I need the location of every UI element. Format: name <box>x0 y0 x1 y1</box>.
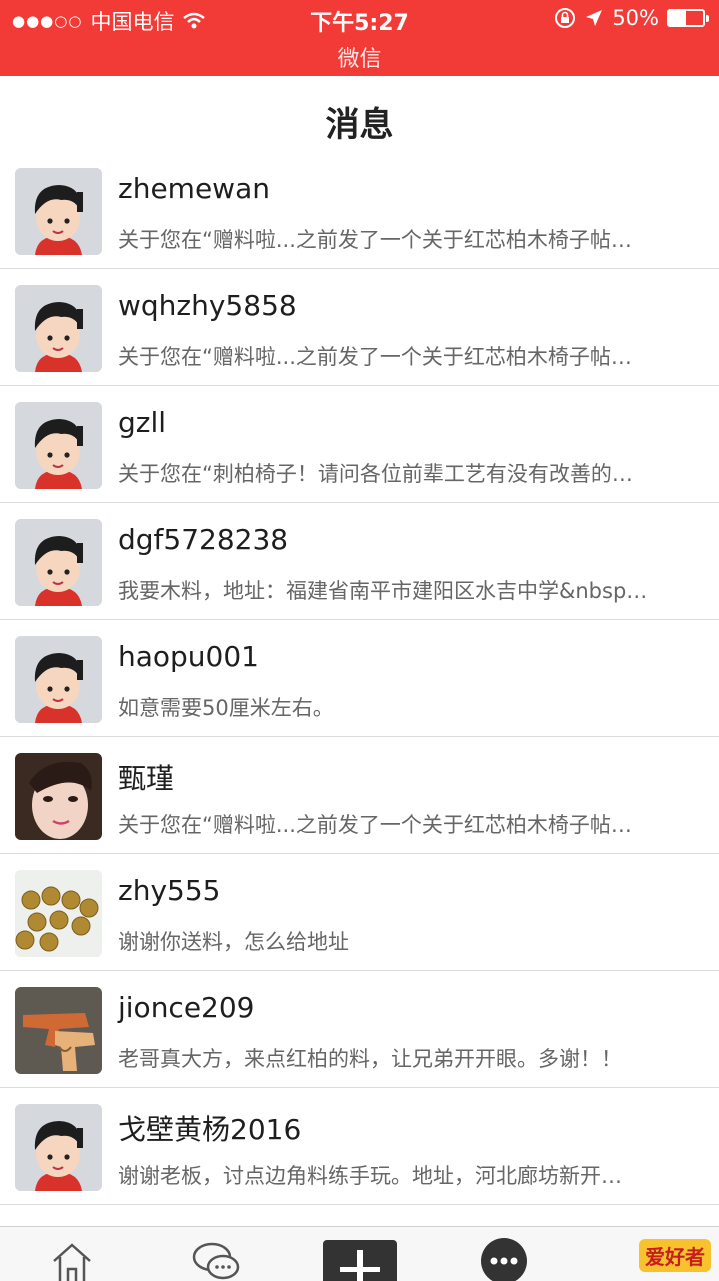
add-icon[interactable] <box>323 1240 397 1281</box>
chat-bubbles-icon[interactable] <box>190 1237 242 1281</box>
message-item[interactable]: 戈壁黄杨2016 谢谢老板，讨点边角料练手玩。地址，河北廊坊新开… <box>0 1088 719 1205</box>
message-item[interactable]: jionce209 老哥真大方，来点红柏的料，让兄弟开开眼。多谢！！ <box>0 971 719 1088</box>
status-bar: ●●●○○ 中国电信 下午5:27 50% 微信 <box>0 0 719 76</box>
sender-name: jionce209 <box>118 991 255 1024</box>
avatar <box>15 519 102 606</box>
sender-name: zhemewan <box>118 172 270 205</box>
avatar <box>15 987 102 1074</box>
sender-name: haopu001 <box>118 640 259 673</box>
header: 消息 <box>0 76 719 161</box>
rotation-lock-icon <box>555 8 576 28</box>
avatar <box>15 285 102 372</box>
avatar <box>15 1104 102 1191</box>
message-preview: 谢谢老板，讨点边角料练手玩。地址，河北廊坊新开… <box>118 1164 622 1188</box>
back-to-app-link[interactable]: 微信 <box>0 41 719 73</box>
avatar <box>15 402 102 489</box>
message-preview: 我要木料，地址：福建省南平市建阳区水吉中学&nbsp… <box>118 579 648 603</box>
avatar <box>15 168 102 255</box>
home-icon[interactable] <box>48 1237 96 1281</box>
sender-name: 戈壁黄杨2016 <box>118 1113 302 1146</box>
sender-name: dgf5728238 <box>118 523 289 556</box>
sender-name: zhy555 <box>118 874 221 907</box>
message-preview: 如意需要50厘米左右。 <box>118 696 334 720</box>
watermark-logo: 爱好者 <box>639 1239 711 1272</box>
message-item[interactable]: gzll 关于您在“刺柏椅子！请问各位前辈工艺有没有改善的… <box>0 386 719 503</box>
battery-icon <box>667 9 709 27</box>
battery-level <box>669 11 686 25</box>
message-preview: 关于您在“赠料啦...之前发了一个关于红芯柏木椅子帖… <box>118 813 632 837</box>
more-icon[interactable] <box>480 1237 528 1281</box>
message-preview: 老哥真大方，来点红柏的料，让兄弟开开眼。多谢！！ <box>118 1047 622 1071</box>
message-item[interactable]: 甄瑾 关于您在“赠料啦...之前发了一个关于红芯柏木椅子帖… <box>0 737 719 854</box>
avatar <box>15 636 102 723</box>
avatar <box>15 753 102 840</box>
message-item[interactable]: zhy555 谢谢你送料，怎么给地址 <box>0 854 719 971</box>
page-title: 消息 <box>325 105 394 145</box>
sender-name: wqhzhy5858 <box>118 289 297 322</box>
message-item[interactable]: wqhzhy5858 关于您在“赠料啦...之前发了一个关于红芯柏木椅子帖… <box>0 269 719 386</box>
status-right: 50% <box>554 6 709 30</box>
message-item[interactable]: dgf5728238 我要木料，地址：福建省南平市建阳区水吉中学&nbsp… <box>0 503 719 620</box>
message-preview: 谢谢你送料，怎么给地址 <box>118 930 349 954</box>
sender-name: gzll <box>118 406 167 439</box>
sender-name: 甄瑾 <box>118 762 175 795</box>
location-arrow-icon <box>586 10 603 26</box>
message-item[interactable]: zhemewan 关于您在“赠料啦...之前发了一个关于红芯柏木椅子帖… <box>0 152 719 269</box>
battery-percent: 50% <box>612 6 659 30</box>
message-list: zhemewan 关于您在“赠料啦...之前发了一个关于红芯柏木椅子帖… wqh… <box>0 152 719 1205</box>
message-preview: 关于您在“赠料啦...之前发了一个关于红芯柏木椅子帖… <box>118 228 632 252</box>
message-preview: 关于您在“刺柏椅子！请问各位前辈工艺有没有改善的… <box>118 462 633 486</box>
message-preview: 关于您在“赠料啦...之前发了一个关于红芯柏木椅子帖… <box>118 345 632 369</box>
avatar <box>15 870 102 957</box>
message-item[interactable]: haopu001 如意需要50厘米左右。 <box>0 620 719 737</box>
bottom-tab-bar: 爱好者 <box>0 1226 719 1281</box>
